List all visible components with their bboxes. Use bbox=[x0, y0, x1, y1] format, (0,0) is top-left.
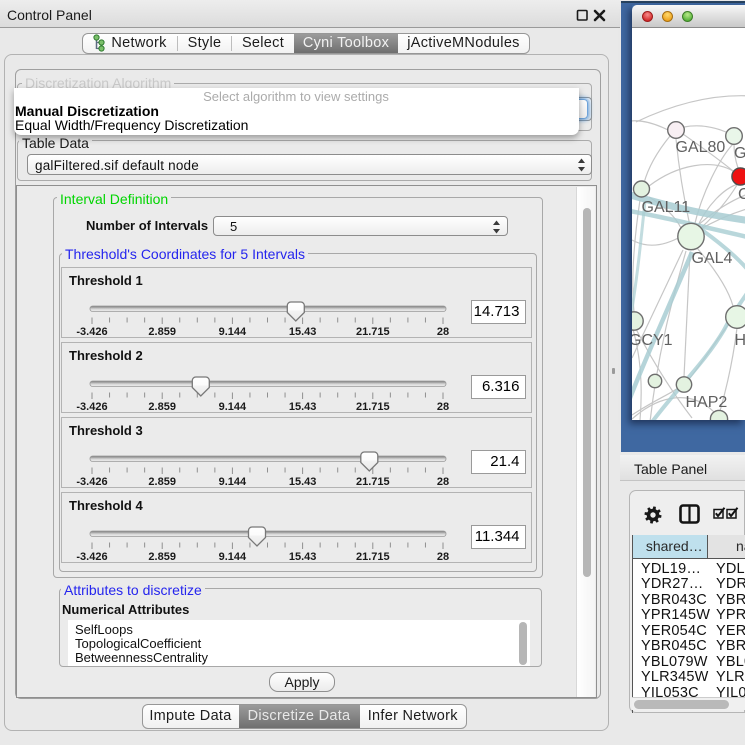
svg-text:2.859: 2.859 bbox=[148, 476, 176, 488]
svg-text:GCY1: GCY1 bbox=[632, 332, 673, 349]
svg-text:GAL11: GAL11 bbox=[642, 199, 691, 216]
svg-text:15.43: 15.43 bbox=[289, 326, 317, 338]
svg-text:9.144: 9.144 bbox=[219, 551, 247, 563]
svg-text:GAL80: GAL80 bbox=[676, 139, 726, 156]
svg-text:H: H bbox=[735, 332, 745, 349]
svg-text:21.715: 21.715 bbox=[356, 401, 390, 413]
svg-text:2.859: 2.859 bbox=[148, 401, 176, 413]
svg-text:21.715: 21.715 bbox=[356, 476, 390, 488]
svg-text:9.144: 9.144 bbox=[219, 401, 247, 413]
svg-text:21.715: 21.715 bbox=[356, 551, 390, 563]
svg-text:21.715: 21.715 bbox=[356, 326, 390, 338]
svg-text:-3.426: -3.426 bbox=[76, 551, 107, 563]
svg-text:28: 28 bbox=[437, 326, 449, 338]
svg-text:9.144: 9.144 bbox=[219, 326, 247, 338]
svg-text:-3.426: -3.426 bbox=[76, 326, 107, 338]
svg-text:HAP2: HAP2 bbox=[686, 394, 728, 411]
svg-text:15.43: 15.43 bbox=[289, 476, 317, 488]
svg-text:28: 28 bbox=[437, 401, 449, 413]
svg-text:28: 28 bbox=[437, 551, 449, 563]
svg-text:GAL4: GAL4 bbox=[692, 250, 733, 267]
svg-text:15.43: 15.43 bbox=[289, 551, 317, 563]
svg-text:-3.426: -3.426 bbox=[76, 476, 107, 488]
svg-text:15.43: 15.43 bbox=[289, 401, 317, 413]
svg-text:28: 28 bbox=[437, 476, 449, 488]
svg-text:-3.426: -3.426 bbox=[76, 401, 107, 413]
svg-text:2.859: 2.859 bbox=[148, 551, 176, 563]
svg-text:C: C bbox=[738, 186, 745, 203]
svg-text:2.859: 2.859 bbox=[148, 326, 176, 338]
svg-text:9.144: 9.144 bbox=[219, 476, 247, 488]
svg-text:GA: GA bbox=[734, 145, 745, 162]
